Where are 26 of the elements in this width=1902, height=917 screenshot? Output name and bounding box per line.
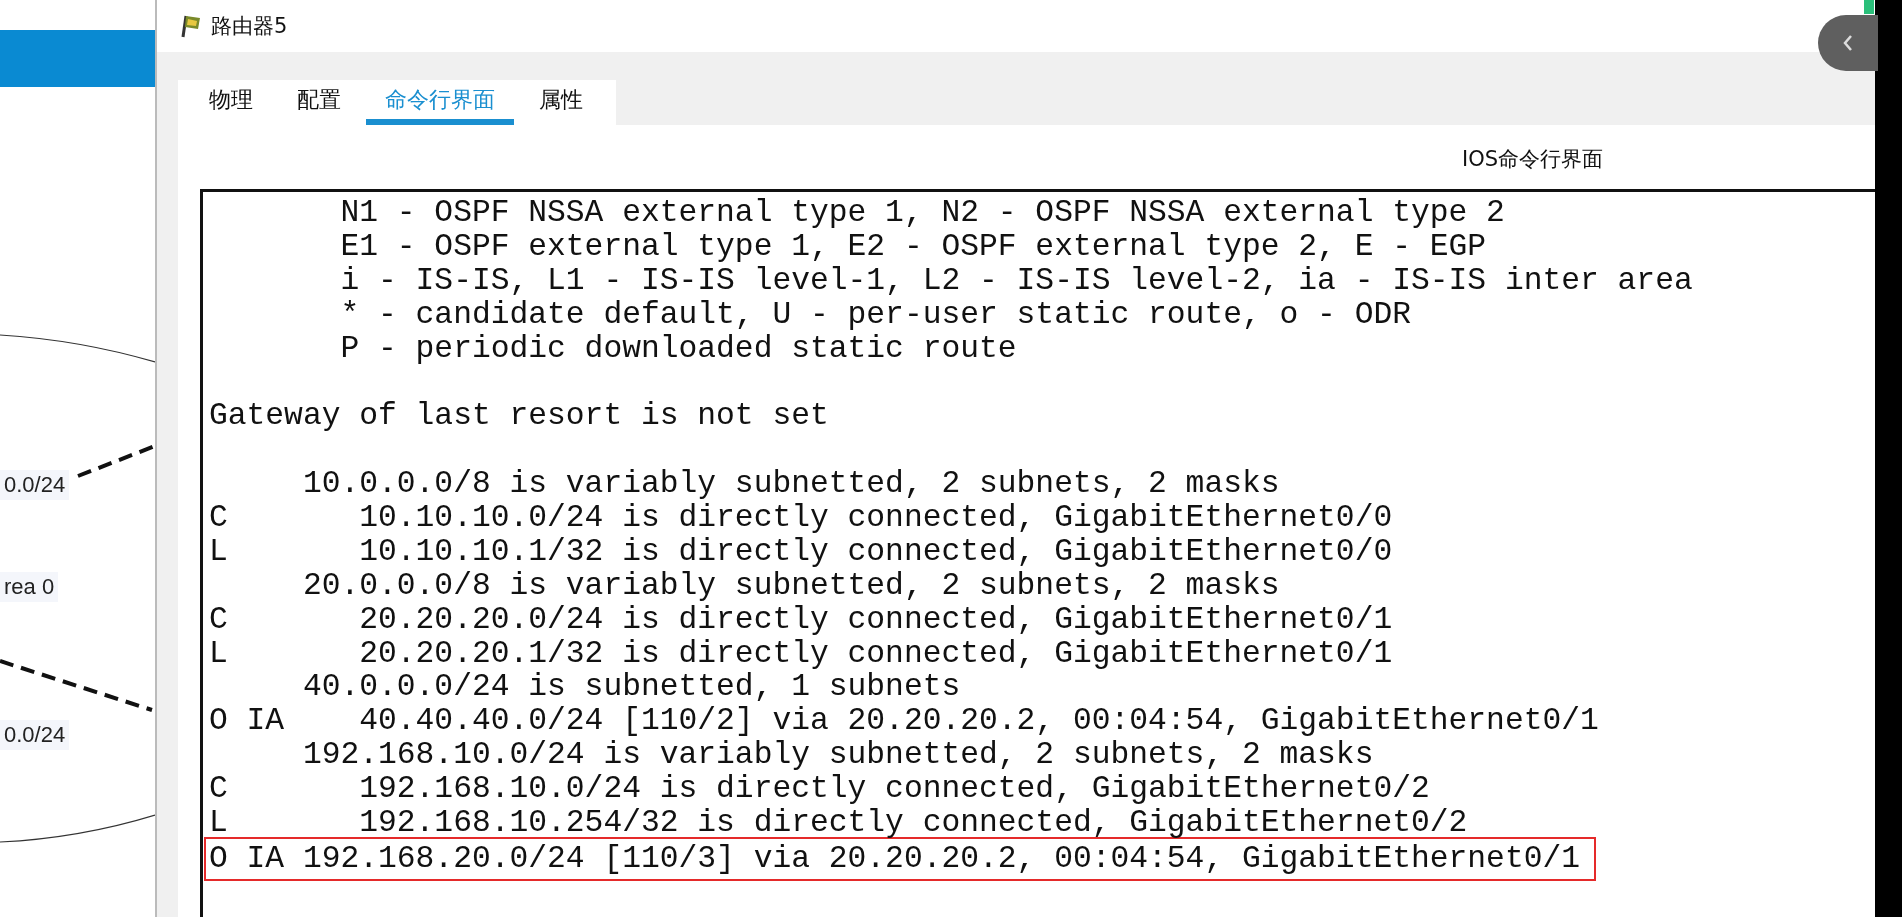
console-line: 40.0.0.0/24 is subnetted, 1 subnets bbox=[301, 670, 961, 705]
console-line: E1 - OSPF external type 1, E2 - OSPF external type 2, E - EGP bbox=[339, 229, 1487, 264]
console-line: Gateway of last resort is not set bbox=[209, 399, 829, 434]
console-line: L 20.20.20.1/32 is directly connected, GigabitEthernet0/1 bbox=[209, 636, 1393, 671]
console-line: C 10.10.10.0/24 is directly connected, GigabitEthernet0/0 bbox=[209, 501, 1393, 535]
diagram-label: 0.0/24 bbox=[0, 720, 70, 750]
diagram-label: 0.0/24 bbox=[0, 470, 70, 500]
console-line: O IA 40.40.40.0/24 [110/2] via 20.20.20.2, 00:04:54, GigabitEthernet0/1 bbox=[209, 704, 1599, 739]
console-line: 192.168.10.0/24 is variably subnetted, 2 subnets, 2 masks bbox=[301, 738, 1374, 773]
collapse-button[interactable] bbox=[1818, 15, 1878, 71]
console-line: C 20.20.20.0/24 is directly connected, GigabitEthernet0/1 bbox=[209, 602, 1393, 637]
tab[interactable]: 属性 bbox=[520, 80, 602, 125]
console-line: 10.0.0.0/8 is variably subnetted, 2 subnets, 2 masks bbox=[301, 467, 1280, 501]
console-line: * - candidate default, U - per-user static route, o - ODR bbox=[339, 297, 1411, 332]
chevron-left-icon bbox=[1841, 33, 1855, 53]
window-title: 路由器5 bbox=[211, 13, 288, 40]
console-line: i - IS-IS, L1 - IS-IS level-1, L2 - IS-IS level-2, ia - IS-IS inter area bbox=[339, 263, 1693, 298]
panel-title: IOS命令行界面 bbox=[1461, 146, 1603, 173]
tab[interactable]: 配置 bbox=[278, 80, 360, 125]
diagram-label: rea 0 bbox=[0, 572, 59, 602]
console-line: L 10.10.10.1/32 is directly connected, GigabitEthernet0/0 bbox=[209, 534, 1393, 569]
tab[interactable]: 物理 bbox=[190, 80, 272, 125]
console-line: C 192.168.10.0/24 is directly connected, GigabitEthernet0/2 bbox=[209, 772, 1430, 807]
console-line: P - periodic downloaded static route bbox=[339, 331, 1017, 366]
console-line: N1 - OSPF NSSA external type 1, N2 - OSPF NSSA external type 2 bbox=[339, 196, 1505, 230]
console-line: 20.0.0.0/8 is variably subnetted, 2 subnets, 2 masks bbox=[301, 568, 1280, 603]
